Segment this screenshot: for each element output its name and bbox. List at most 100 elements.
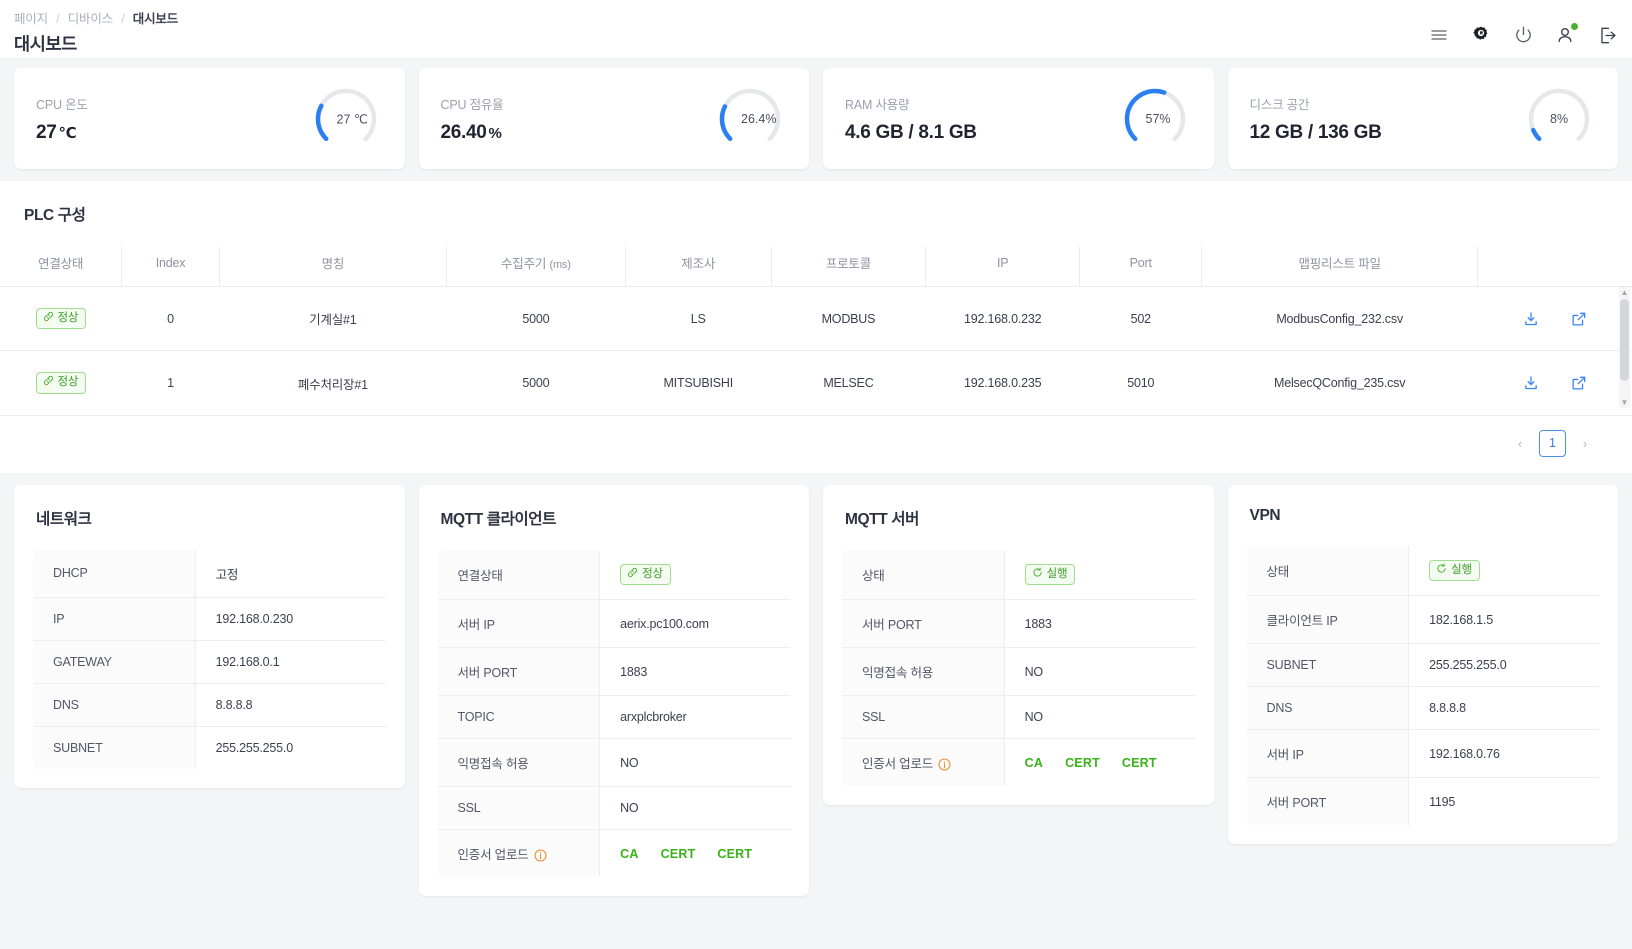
info-card-table: 상태 실행 서버 PORT 1883 익명접속 허용 NO SSL NO 인증서 업로드 CA CE… [841,548,1196,788]
refresh-icon [1032,567,1043,581]
info-row-value: 255.255.255.0 [195,726,386,769]
cert-upload-link-3[interactable]: CERT [1122,756,1157,770]
info-row-key-label: 클라이언트 IP [1266,614,1338,629]
info-row-key: 인증서 업로드 [841,738,1005,787]
link-icon [627,567,638,581]
kpi-card-2: CPU 점유율 26.40% 26.4% [418,68,809,169]
info-row-key-label: SUBNET [53,740,103,755]
breadcrumb-item-dashboard: 대시보드 [132,12,178,26]
plc-cell-protocol: MODBUS [771,286,926,352]
info-row-value-text: 192.168.0.76 [1429,746,1500,761]
info-row-value: 실행 [1004,549,1195,601]
plc-cell-index: 0 [121,286,220,352]
plc-cell-ip: 192.168.0.235 [925,350,1080,416]
info-row-key: 클라이언트 IP [1246,595,1410,645]
pagination-page-1[interactable]: 1 [1539,429,1566,457]
cert-upload-link-1[interactable]: CA [620,847,638,861]
plc-cell-actions [1477,286,1632,352]
scroll-up-arrow-icon[interactable]: ▲ [1619,287,1630,298]
kpi-text-block: CPU 점유율 26.40% [441,94,716,144]
info-row-value: 8.8.8.8 [1408,686,1600,731]
list-item: 서버 IP 192.168.0.76 [1246,729,1600,779]
info-row-value: 192.168.0.230 [195,597,386,641]
list-item: GATEWAY 192.168.0.1 [32,640,386,684]
info-row-key-label: 연결상태 [457,568,503,583]
list-item: 상태 실행 [841,549,1195,601]
table-row[interactable]: 정상 0 기계실#1 5000 LS MODBUS 192.168.0.232 502 Modb… [0,286,1632,352]
list-item: 인증서 업로드 CA CERT CERT [841,738,1195,787]
info-row-value-text: NO [620,801,639,816]
plc-cell-status: 정상 [0,350,122,416]
cert-upload-link-2[interactable]: CERT [1065,756,1100,770]
info-row-value-text: arxplcbroker [620,710,687,725]
scroll-down-arrow-icon[interactable]: ▼ [1619,397,1630,408]
info-circle-icon[interactable] [938,758,951,771]
plc-table-header: 연결상태 Index 명칭 수집주기 (ms) 제조사 프로토콜 IP Port 맵핑리스트 파… [0,247,1632,287]
info-row-value: aerix.pc100.com [599,599,791,649]
info-row-key: SSL [437,786,601,831]
info-row-key: 서버 PORT [841,599,1005,649]
kpi-value-number: 4.6 GB / 8.1 GB [845,121,977,143]
kpi-gauge-donut: 57% [1120,84,1190,154]
external-link-icon[interactable] [1571,375,1587,391]
info-row-key-label: 서버 IP [457,618,495,633]
info-row-key-label: 인증서 업로드 [457,848,529,863]
info-row-value: CA CERT CERT [599,829,791,878]
plc-pagination: ‹ 1 › [0,416,1632,473]
kpi-value: 26.40% [441,122,716,144]
download-icon[interactable] [1523,375,1539,391]
info-row-value: 1883 [599,647,791,697]
info-row-key: 인증서 업로드 [437,829,601,878]
status-badge: 정상 [620,563,671,586]
cert-upload-link-3[interactable]: CERT [717,847,752,861]
status-badge-label: 실행 [1451,563,1472,576]
info-row-value-text: 8.8.8.8 [1429,701,1466,716]
info-row-key-label: SSL [457,801,481,816]
logout-icon[interactable] [1596,24,1618,46]
power-icon[interactable] [1512,24,1534,46]
plc-configuration-panel: PLC 구성 연결상태 Index 명칭 수집주기 (ms) 제조사 프로토콜 IP Port… [0,181,1632,473]
row-action-group [1482,311,1628,327]
info-card-table: 상태 실행 클라이언트 IP 182.168.1.5 SUBNET 255.255.255… [1245,544,1600,827]
table-vertical-scrollbar[interactable]: ▲ ▼ [1619,287,1630,408]
kpi-value: 27 ℃ [36,122,311,144]
info-circle-icon[interactable] [534,849,547,862]
table-row[interactable]: 정상 1 폐수처리장#1 5000 MITSUBISHI MELSEC 192.168.0.… [0,350,1632,416]
external-link-icon[interactable] [1571,311,1587,327]
info-card-4: VPN 상태 실행 클라이언트 IP 182.168.1.5 SUBNET 255.255.… [1227,484,1618,845]
breadcrumb-item-page[interactable]: 페이지 [14,12,48,26]
breadcrumb-item-device[interactable]: 디바이스 [68,12,113,26]
scrollbar-thumb[interactable] [1620,299,1629,381]
cert-upload-link-2[interactable]: CERT [661,847,696,861]
link-icon [43,311,54,325]
info-card-title: MQTT 서버 [845,510,919,528]
info-row-key-label: SUBNET [1266,658,1317,673]
info-row-value: 1883 [1004,599,1195,649]
kpi-label: 디스크 공간 [1249,97,1310,112]
info-row-key: SSL [841,695,1005,740]
info-card-table: DHCP 고정 IP 192.168.0.230 GATEWAY 192.168.0.1 D… [32,548,387,770]
info-row-key-label: GATEWAY [53,654,112,669]
user-account-icon[interactable] [1554,23,1578,46]
info-row-key-label: 서버 IP [1266,748,1304,763]
pagination-prev-button[interactable]: ‹ [1507,430,1533,456]
kpi-text-block: 디스크 공간 12 GB / 136 GB [1250,94,1525,144]
info-row-value: 정상 [599,549,791,601]
info-row-value: 실행 [1408,545,1600,597]
list-item: SSL NO [437,786,791,831]
cert-upload-link-1[interactable]: CA [1025,756,1043,770]
settings-gear-icon[interactable] [1470,24,1492,46]
info-row-value: NO [599,786,791,831]
list-item: 서버 PORT 1883 [841,599,1195,649]
info-row-key-label: DNS [1266,701,1293,716]
info-row-key: 서버 IP [1246,729,1410,779]
menu-icon[interactable] [1428,24,1450,46]
kpi-label: CPU 온도 [36,97,88,112]
pagination-next-button[interactable]: › [1572,430,1598,456]
list-item: IP 192.168.0.230 [32,597,386,641]
header-actions [1428,23,1618,46]
download-icon[interactable] [1523,311,1539,327]
info-card-1: 네트워크 DHCP 고정 IP 192.168.0.230 GATEWAY 192.168.… [14,484,405,788]
plc-cell-name: 폐수처리장#1 [219,350,447,416]
kpi-value: 4.6 GB / 8.1 GB [845,122,1120,144]
